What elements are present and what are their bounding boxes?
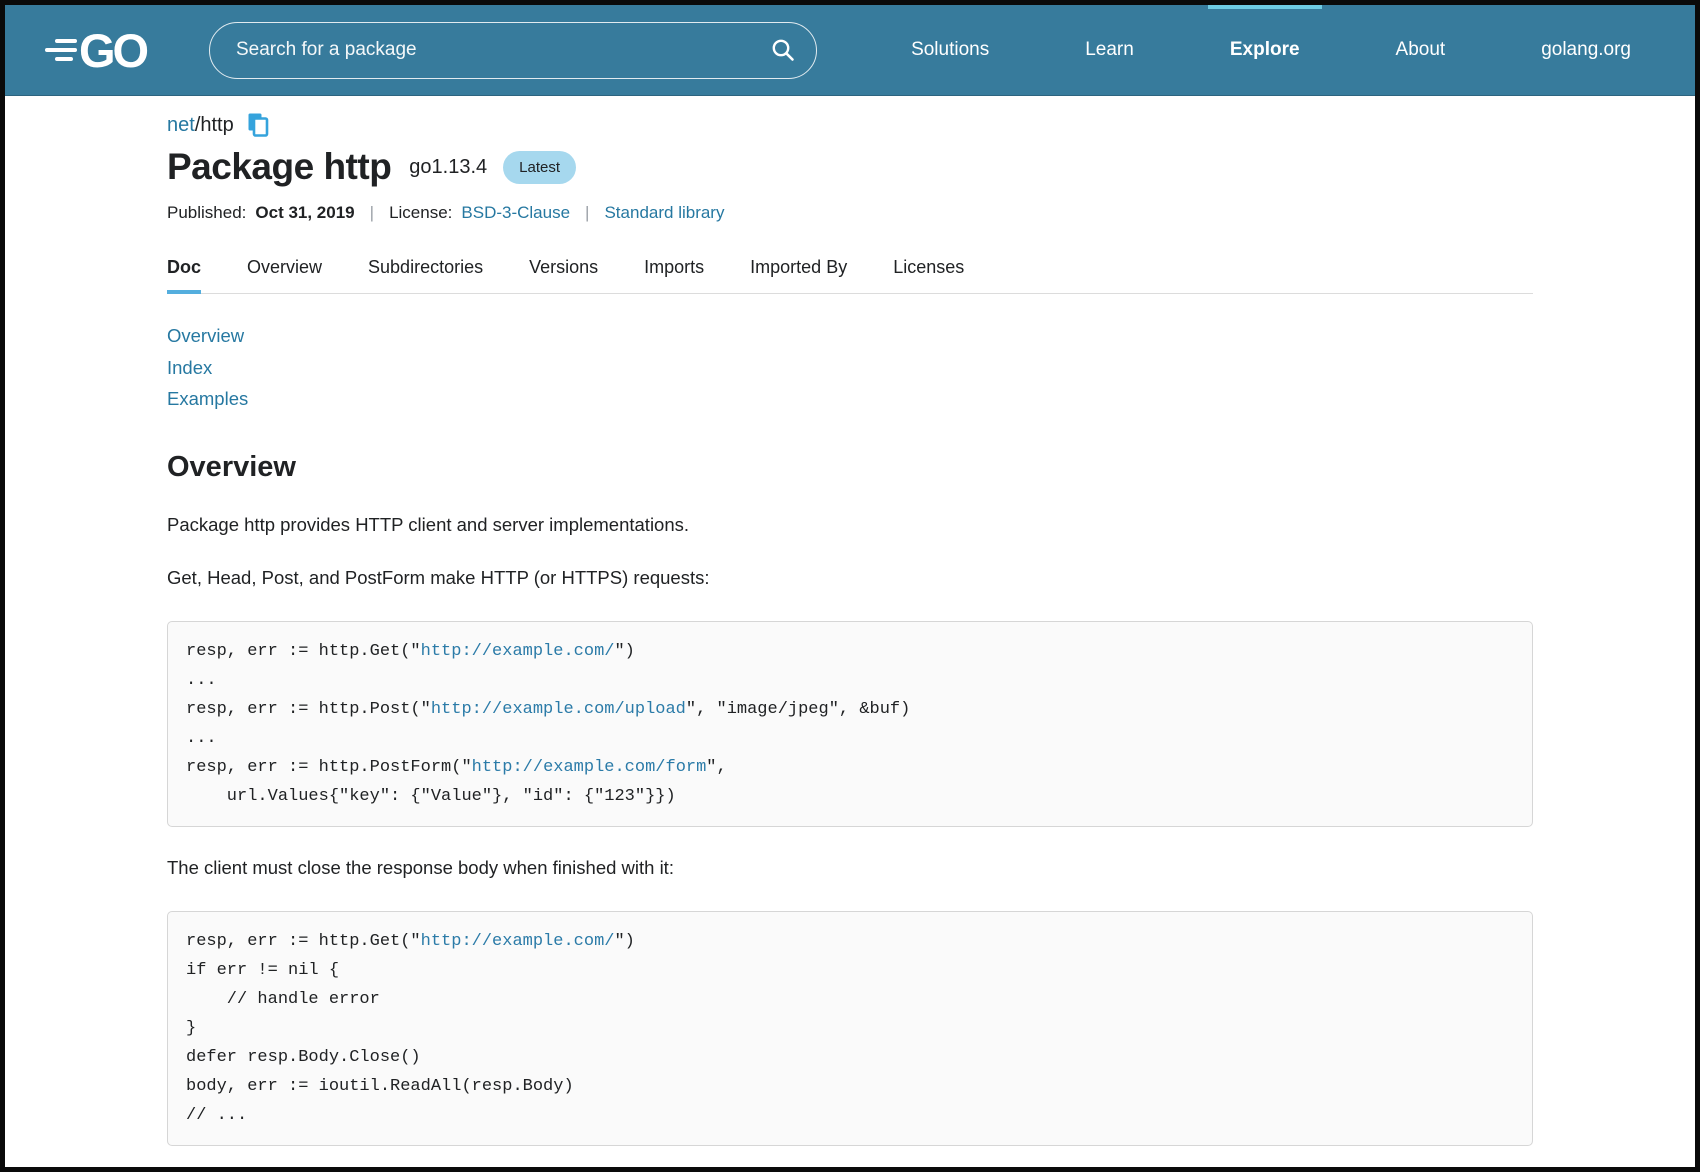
meta-separator: | <box>370 203 374 223</box>
code-line: url.Values{"key": {"Value"}, "id": {"123… <box>186 782 1514 811</box>
code-line: ... <box>186 666 1514 695</box>
license-link[interactable]: BSD-3-Clause <box>461 203 570 223</box>
tab-doc[interactable]: Doc <box>167 253 201 293</box>
code-line: // handle error <box>186 985 1514 1014</box>
license-label: License: <box>389 203 452 223</box>
search-icon[interactable] <box>770 37 796 63</box>
code-text: resp, err := http.Get(" <box>186 932 421 951</box>
svg-text:GO: GO <box>79 24 148 77</box>
code-url-link[interactable]: http://example.com/form <box>472 758 707 777</box>
code-text: ", <box>706 758 726 777</box>
breadcrumb-link-net[interactable]: net <box>167 114 195 136</box>
code-line: resp, err := http.Get("http://example.co… <box>186 927 1514 956</box>
nav-learn[interactable]: Learn <box>1085 5 1134 95</box>
overview-paragraph-2: Get, Head, Post, and PostForm make HTTP … <box>167 566 1533 590</box>
code-text: url.Values{"key": {"Value"}, "id": {"123… <box>186 787 676 806</box>
code-line: resp, err := http.Post("http://example.c… <box>186 695 1514 724</box>
code-text: resp, err := http.PostForm(" <box>186 758 472 777</box>
tab-bar: Doc Overview Subdirectories Versions Imports… <box>167 253 1533 294</box>
meta-separator: | <box>585 203 589 223</box>
code-text: ") <box>614 932 634 951</box>
code-line: resp, err := http.PostForm("http://examp… <box>186 753 1514 782</box>
go-logo-icon: GO <box>41 19 153 81</box>
main-content: net/http Package http go1.13.4 Latest Pu… <box>167 111 1533 1146</box>
code-block-2: resp, err := http.Get("http://example.co… <box>167 911 1533 1146</box>
version-label: go1.13.4 <box>409 156 487 179</box>
go-logo[interactable]: GO <box>41 5 153 95</box>
code-url-link[interactable]: http://example.com/ <box>421 932 615 951</box>
page-title: Package http <box>167 146 391 188</box>
breadcrumb-path: net/http <box>167 114 234 137</box>
code-text: ... <box>186 671 217 690</box>
latest-badge: Latest <box>503 151 576 184</box>
site-header: GO Solutions Learn Explore About golang.org <box>5 5 1695 96</box>
code-text: // handle error <box>186 990 380 1009</box>
code-line: } <box>186 1014 1514 1043</box>
code-text: ", "image/jpeg", &buf) <box>686 700 910 719</box>
code-line: defer resp.Body.Close() <box>186 1043 1514 1072</box>
published-date: Oct 31, 2019 <box>255 203 354 223</box>
code-text: resp, err := http.Post(" <box>186 700 431 719</box>
toc-link-overview[interactable]: Overview <box>167 320 1533 352</box>
nav-about[interactable]: About <box>1396 5 1446 95</box>
breadcrumb-current: /http <box>195 114 234 136</box>
overview-paragraph-3: The client must close the response body … <box>167 856 1533 880</box>
code-line: ... <box>186 724 1514 753</box>
tab-versions[interactable]: Versions <box>529 253 598 293</box>
code-text: body, err := ioutil.ReadAll(resp.Body) <box>186 1077 574 1096</box>
code-url-link[interactable]: http://example.com/upload <box>431 700 686 719</box>
copy-icon[interactable] <box>246 111 270 139</box>
overview-paragraph-1: Package http provides HTTP client and se… <box>167 513 1533 537</box>
tab-licenses[interactable]: Licenses <box>893 253 964 293</box>
breadcrumb: net/http <box>167 111 1533 139</box>
overview-heading: Overview <box>167 451 1533 484</box>
tab-overview[interactable]: Overview <box>247 253 322 293</box>
code-text: // ... <box>186 1106 247 1125</box>
standard-library-link[interactable]: Standard library <box>604 203 724 223</box>
nav-solutions[interactable]: Solutions <box>911 5 989 95</box>
code-text: defer resp.Body.Close() <box>186 1048 421 1067</box>
code-line: resp, err := http.Get("http://example.co… <box>186 637 1514 666</box>
toc: OverviewIndexExamples <box>167 320 1533 415</box>
code-text: } <box>186 1019 196 1038</box>
code-text: resp, err := http.Get(" <box>186 642 421 661</box>
meta-row: Published: Oct 31, 2019 | License: BSD-3… <box>167 203 1533 223</box>
code-line: // ... <box>186 1101 1514 1130</box>
toc-link-examples[interactable]: Examples <box>167 383 1533 415</box>
nav-explore[interactable]: Explore <box>1230 5 1300 95</box>
title-row: Package http go1.13.4 Latest <box>167 146 1533 188</box>
published-label: Published: <box>167 203 246 223</box>
code-block-1: resp, err := http.Get("http://example.co… <box>167 621 1533 827</box>
code-line: body, err := ioutil.ReadAll(resp.Body) <box>186 1072 1514 1101</box>
search-input[interactable] <box>236 39 770 61</box>
tab-subdirectories[interactable]: Subdirectories <box>368 253 483 293</box>
code-url-link[interactable]: http://example.com/ <box>421 642 615 661</box>
code-text: ") <box>614 642 634 661</box>
tab-imported-by[interactable]: Imported By <box>750 253 847 293</box>
nav-golang-org[interactable]: golang.org <box>1541 5 1631 95</box>
toc-link-index[interactable]: Index <box>167 352 1533 384</box>
tab-imports[interactable]: Imports <box>644 253 704 293</box>
header-nav: Solutions Learn Explore About golang.org <box>911 5 1659 95</box>
code-text: ... <box>186 729 217 748</box>
code-line: if err != nil { <box>186 956 1514 985</box>
search-box <box>209 22 817 79</box>
code-text: if err != nil { <box>186 961 339 980</box>
